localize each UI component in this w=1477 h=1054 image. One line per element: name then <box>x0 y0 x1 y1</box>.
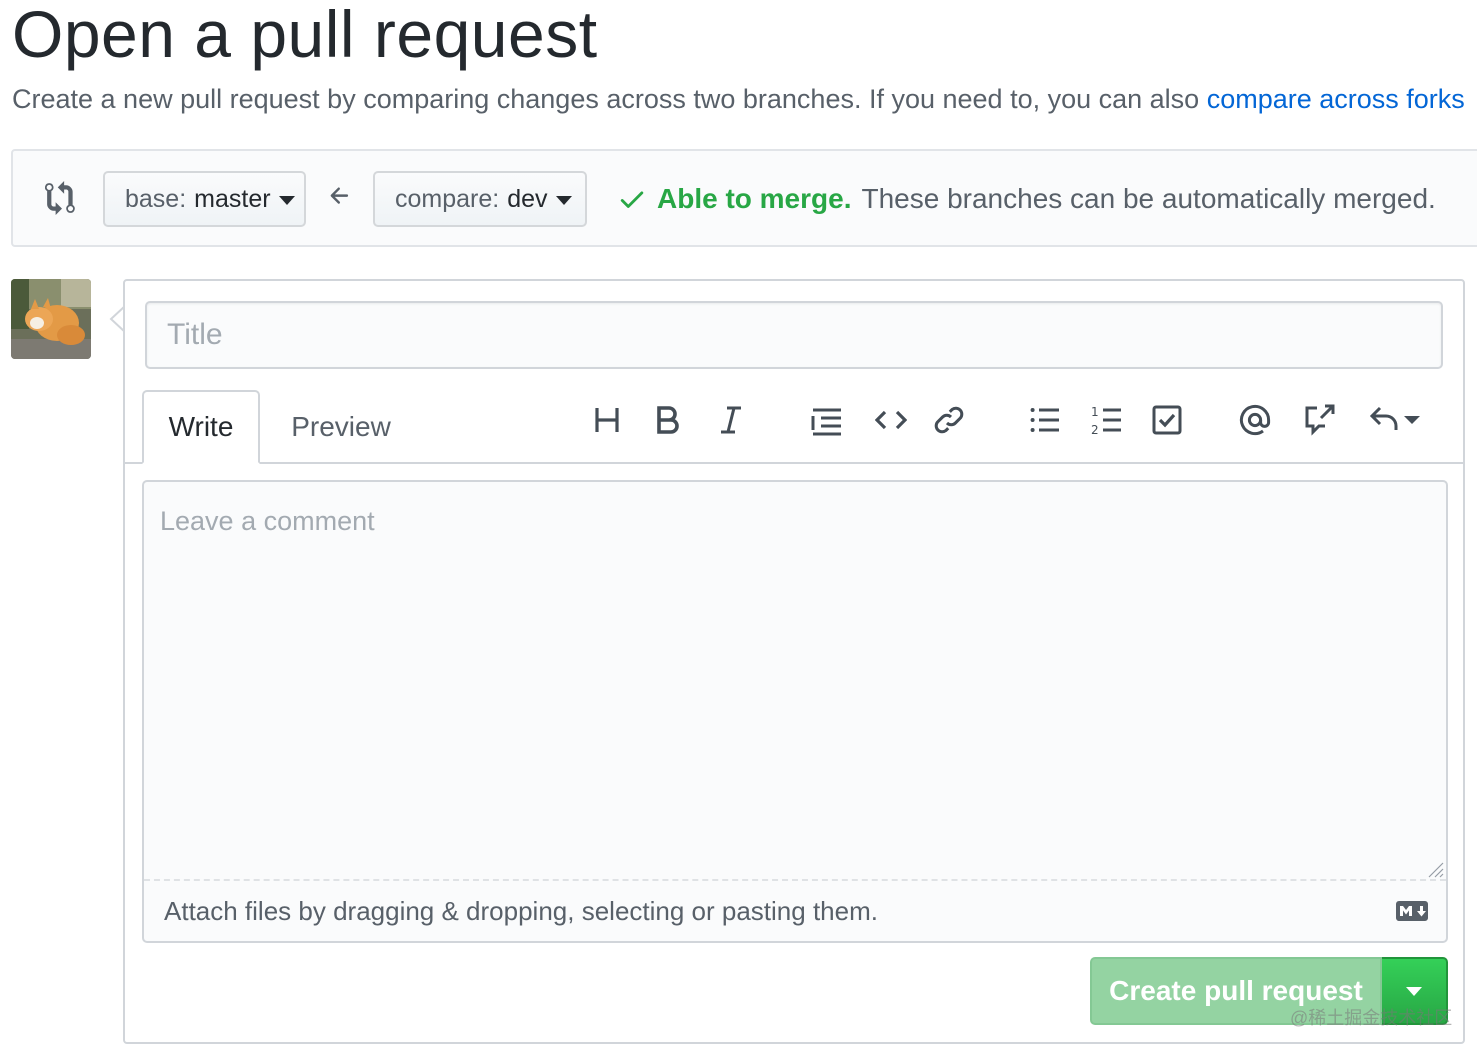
file-attach-bar[interactable]: Attach files by dragging & dropping, sel… <box>144 879 1446 941</box>
arrow-left-icon <box>330 187 349 204</box>
merge-ok-label: Able to merge. <box>657 183 852 214</box>
bold-icon[interactable] <box>649 402 685 438</box>
comment-textarea[interactable] <box>144 482 1446 879</box>
svg-text:1: 1 <box>1091 405 1099 419</box>
range-editor: base: master compare: dev Able to merge.… <box>11 149 1477 247</box>
link-icon[interactable] <box>931 402 967 438</box>
tab-write[interactable]: Write <box>142 390 260 464</box>
base-branch-button[interactable]: base: master <box>103 171 306 227</box>
merge-description: These branches can be automatically merg… <box>861 183 1436 214</box>
merge-status: Able to merge. These branches can be aut… <box>617 183 1436 215</box>
base-branch-name: master <box>194 184 271 213</box>
page-subtitle: Create a new pull request by comparing c… <box>12 84 1465 115</box>
quote-icon[interactable] <box>809 402 845 438</box>
svg-text:2: 2 <box>1091 423 1099 436</box>
base-prefix: base: <box>125 184 187 213</box>
resize-grip-icon[interactable] <box>1426 860 1444 878</box>
heading-icon[interactable] <box>589 402 625 438</box>
page-title: Open a pull request <box>12 0 598 71</box>
new-pr-form: Write Preview 12 Attach fi <box>123 279 1465 1044</box>
avatar[interactable] <box>11 279 91 359</box>
italic-icon[interactable] <box>713 402 749 438</box>
attach-files-text: Attach files by dragging & dropping, sel… <box>164 895 878 926</box>
compare-across-forks-link[interactable]: compare across forks <box>1207 84 1465 114</box>
caret-down-icon <box>555 195 572 205</box>
markdown-icon[interactable] <box>1396 901 1428 921</box>
subtitle-text: Create a new pull request by comparing c… <box>12 84 1207 114</box>
watermark: @稀土掘金技术社区 <box>1290 1008 1453 1028</box>
compare-prefix: compare: <box>395 184 500 213</box>
reply-icon[interactable] <box>1367 402 1425 438</box>
title-input[interactable] <box>145 301 1443 369</box>
tab-preview[interactable]: Preview <box>275 390 407 464</box>
git-compare-icon <box>45 181 75 215</box>
task-list-icon[interactable] <box>1149 402 1185 438</box>
cat-avatar-image <box>11 279 91 359</box>
numbered-list-icon[interactable]: 12 <box>1089 402 1125 438</box>
mention-icon[interactable] <box>1237 402 1273 438</box>
compare-branch-button[interactable]: compare: dev <box>373 171 587 227</box>
bulleted-list-icon[interactable] <box>1027 402 1063 438</box>
check-icon <box>620 191 644 208</box>
code-icon[interactable] <box>873 402 909 438</box>
caret-down-icon <box>1406 986 1422 996</box>
cross-reference-icon[interactable] <box>1301 402 1337 438</box>
compare-branch-name: dev <box>507 184 548 213</box>
caret-down-icon <box>278 195 295 205</box>
comment-field: Attach files by dragging & dropping, sel… <box>142 480 1448 943</box>
